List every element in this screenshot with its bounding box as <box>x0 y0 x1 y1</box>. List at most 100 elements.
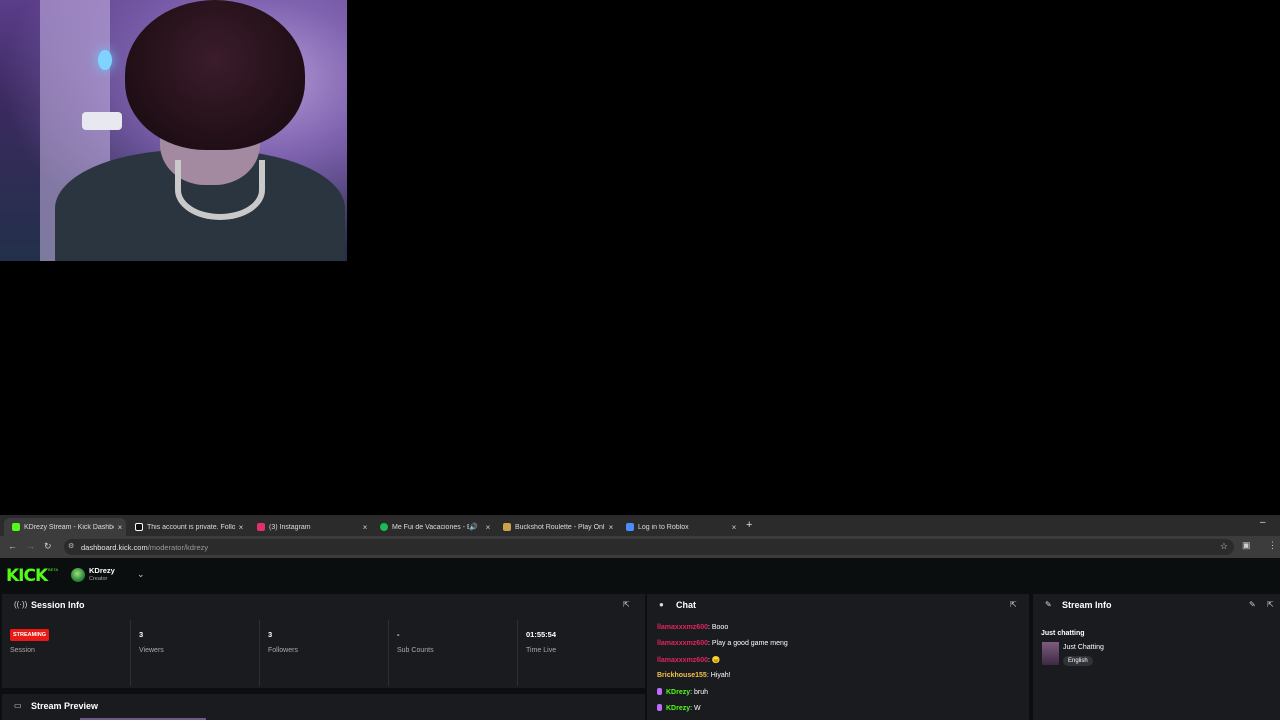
stat-label: Viewers <box>139 647 164 654</box>
chat-text: : bruh <box>690 689 709 696</box>
new-tab-button[interactable]: + <box>746 519 752 531</box>
stat-followers: 3 Followers <box>260 620 389 686</box>
popout-icon[interactable]: ⇱ <box>1010 600 1017 609</box>
chat-message: llamaxxxmz600: Booo <box>657 624 728 631</box>
webcam-chain-necklace <box>175 160 265 220</box>
edit-icon[interactable]: ✎ <box>1249 600 1256 609</box>
spotify-favicon-icon <box>380 523 388 531</box>
audio-playing-icon[interactable]: 🔊 <box>469 523 478 531</box>
close-tab-icon[interactable]: × <box>482 523 494 532</box>
panel-title: Session Info <box>31 600 85 610</box>
url-field[interactable]: ⚙ dashboard.kick.com/moderator/kdrezy ☆ <box>64 539 1234 555</box>
beta-badge: BETA <box>48 567 59 572</box>
webcam-person-hair <box>125 0 305 150</box>
minimize-window-icon[interactable]: – <box>1260 517 1266 528</box>
popout-icon[interactable]: ⇱ <box>1267 600 1274 609</box>
side-panel-icon[interactable]: ▣ <box>1242 540 1251 551</box>
tab-title: Log in to Roblox <box>638 523 689 531</box>
streaming-status-badge: STREAMING <box>10 629 49 641</box>
stream-info-panel: ✎ Stream Info ✎ ⇱ Just chatting Just Cha… <box>1033 594 1280 720</box>
session-stats: STREAMING Session 3 Viewers 3 Followers … <box>2 620 647 686</box>
stat-value: 3 <box>268 630 273 639</box>
close-tab-icon[interactable]: × <box>114 523 126 532</box>
address-bar-row: ← → ↻ ⚙ dashboard.kick.com/moderator/kdr… <box>0 536 1280 558</box>
tab-private-account[interactable]: This account is private. Follow t × <box>127 518 247 536</box>
close-tab-icon[interactable]: × <box>235 523 247 532</box>
stream-title: Just chatting <box>1041 630 1085 637</box>
chat-username[interactable]: llamaxxxmz600 <box>657 657 708 664</box>
tab-title: Me Fui de Vacaciones - Bad <box>392 523 469 531</box>
stat-value: 01:55:54 <box>526 630 557 639</box>
channel-role: Creator <box>89 576 108 582</box>
chat-message: llamaxxxmz600: 😠 <box>657 656 721 664</box>
chat-message: KDrezy: bruh <box>657 688 708 696</box>
url-path: /moderator/kdrezy <box>147 543 209 552</box>
kick-logo[interactable]: KICK <box>6 566 48 586</box>
extensions-icon[interactable]: ⋮ <box>1268 540 1277 551</box>
chat-text: : W <box>690 705 701 712</box>
tab-buckshot-roulette[interactable]: Buckshot Roulette - Play Onli × <box>495 518 617 536</box>
stream-info-header: ✎ Stream Info ✎ ⇱ <box>1033 594 1280 616</box>
stat-value: 3 <box>139 630 144 639</box>
tab-bar: KDrezy Stream - Kick Dashboard × This ac… <box>0 515 1280 536</box>
channel-name: KDrezy <box>89 566 115 575</box>
category-thumbnail <box>1042 642 1059 665</box>
tab-title: Buckshot Roulette - Play Onli <box>515 523 605 531</box>
close-tab-icon[interactable]: × <box>605 523 617 532</box>
stat-label: Time Live <box>526 647 557 654</box>
reload-icon[interactable]: ↻ <box>44 541 52 552</box>
stat-viewers: 3 Viewers <box>131 620 260 686</box>
tiktok-favicon-icon <box>135 523 143 531</box>
stream-category[interactable]: Just Chatting <box>1063 644 1104 651</box>
chat-text: : Booo <box>707 624 729 631</box>
tab-title: (3) Instagram <box>269 523 311 531</box>
chat-message: Brickhouse155: Hiyah! <box>657 672 731 679</box>
site-info-icon[interactable]: ⚙ <box>68 542 74 550</box>
close-tab-icon[interactable]: × <box>728 523 740 532</box>
chat-username[interactable]: KDrezy <box>666 705 690 712</box>
stat-label: Session <box>10 647 35 654</box>
session-info-header: ((·)) Session Info ⇱ <box>2 594 645 616</box>
chat-text: : Hiyah! <box>706 672 731 679</box>
stat-label: Sub Counts <box>397 647 434 654</box>
chat-header: ● Chat ⇱ <box>647 594 1029 616</box>
chat-username[interactable]: KDrezy <box>666 689 690 696</box>
game-favicon-icon <box>503 523 511 531</box>
language-tag: English <box>1063 656 1093 666</box>
chat-text: : 😠 <box>707 657 721 664</box>
tab-roblox[interactable]: Log in to Roblox × <box>618 518 740 536</box>
panel-title: Stream Info <box>1062 600 1112 610</box>
panel-title: Chat <box>676 600 696 610</box>
chat-panel: ● Chat ⇱ llamaxxxmz600: Booo llamaxxxmz6… <box>647 594 1029 720</box>
bookmark-star-icon[interactable]: ☆ <box>1220 541 1228 552</box>
broadcast-icon: ((·)) <box>14 600 28 609</box>
popout-icon[interactable]: ⇱ <box>623 600 630 609</box>
tab-title: KDrezy Stream - Kick Dashboard <box>24 523 114 531</box>
stat-sub-counts: - Sub Counts <box>389 620 518 686</box>
instagram-favicon-icon <box>257 523 265 531</box>
chat-bubble-icon: ● <box>659 600 664 609</box>
wrench-icon: ✎ <box>1045 600 1052 609</box>
forward-arrow-icon[interactable]: → <box>26 541 35 551</box>
panel-title: Stream Preview <box>31 701 99 711</box>
session-info-panel: ((·)) Session Info ⇱ STREAMING Session 3… <box>2 594 645 688</box>
tab-spotify[interactable]: Me Fui de Vacaciones - Bad 🔊 × <box>372 518 494 536</box>
moderator-badge-icon <box>657 688 662 695</box>
avatar[interactable] <box>71 568 85 582</box>
chat-message: llamaxxxmz600: Play a good game meng <box>657 640 788 647</box>
browser-window: KDrezy Stream - Kick Dashboard × This ac… <box>0 515 1280 720</box>
roblox-favicon-icon <box>626 523 634 531</box>
stat-session: STREAMING Session <box>2 620 131 686</box>
tab-instagram[interactable]: (3) Instagram × <box>249 518 371 536</box>
chevron-down-icon[interactable]: ⌄ <box>137 569 145 580</box>
chat-username[interactable]: llamaxxxmz600 <box>657 624 708 631</box>
tab-kick-dashboard[interactable]: KDrezy Stream - Kick Dashboard × <box>4 518 126 536</box>
webcam-shoe <box>82 112 122 130</box>
chat-username[interactable]: Brickhouse155 <box>657 672 707 679</box>
chat-username[interactable]: llamaxxxmz600 <box>657 640 708 647</box>
stat-time-live: 01:55:54 Time Live <box>518 620 647 686</box>
url-text: dashboard.kick.com/moderator/kdrezy <box>81 543 208 552</box>
stat-value: - <box>397 630 400 639</box>
back-arrow-icon[interactable]: ← <box>8 541 17 551</box>
close-tab-icon[interactable]: × <box>359 523 371 532</box>
